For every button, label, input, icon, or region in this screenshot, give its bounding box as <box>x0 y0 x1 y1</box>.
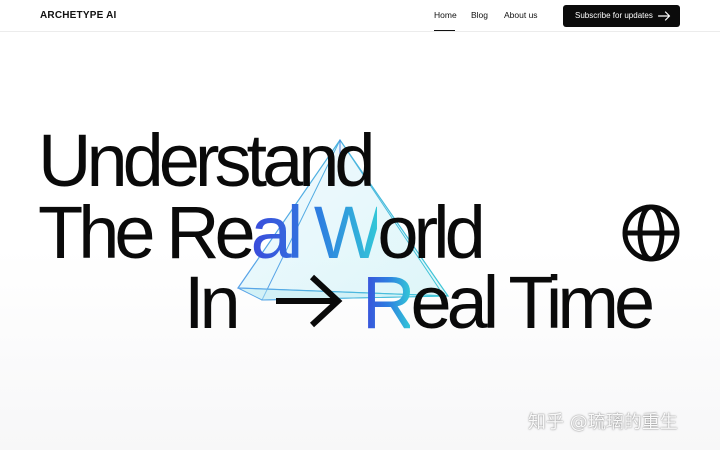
arrow-right-icon <box>276 274 343 328</box>
subscribe-button[interactable]: Subscribe for updates <box>563 5 680 27</box>
brand-logo[interactable]: ARCHETYPE AI <box>40 10 116 21</box>
subscribe-button-label: Subscribe for updates <box>575 11 653 20</box>
hero-accent-text: al W <box>250 191 383 274</box>
hero-accent-text: R <box>362 261 416 344</box>
hero-line-real-time: Real Time <box>362 266 655 340</box>
globe-icon <box>622 204 680 262</box>
hero-line-real-world: The Real World <box>38 196 486 270</box>
nav-blog[interactable]: Blog <box>471 10 488 20</box>
nav-active-indicator <box>434 30 455 31</box>
site-header: ARCHETYPE AI Home Blog About us Subscrib… <box>0 0 720 32</box>
arrow-right-icon <box>658 11 671 21</box>
nav-about-us[interactable]: About us <box>504 10 538 20</box>
hero-text: eal Time <box>410 261 655 344</box>
hero-line-in: In <box>184 261 241 344</box>
watermark: 知乎 @琉璃的重生 <box>528 412 678 433</box>
hero-line-understand: Understand <box>38 119 376 202</box>
nav-home[interactable]: Home <box>434 10 457 20</box>
